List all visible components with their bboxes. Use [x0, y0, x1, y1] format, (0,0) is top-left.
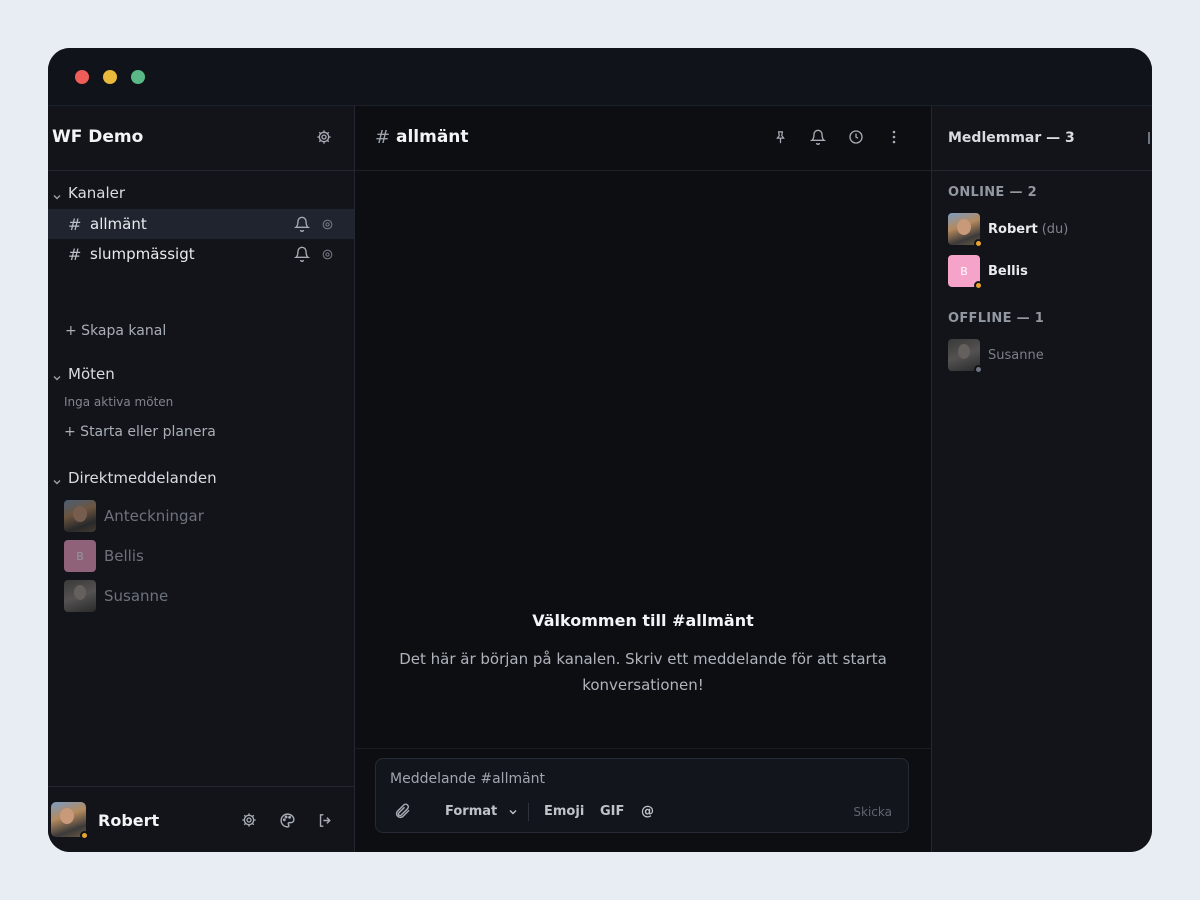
channel-settings-icon[interactable] [320, 217, 334, 231]
members-panel: Medlemmar — 3 ONLINE — 2 Robert (du) B B… [931, 106, 1152, 852]
welcome-text: Det här är början på kanalen. Skriv ett … [399, 650, 887, 694]
workspace-header: WF Demo [48, 106, 354, 171]
bell-icon[interactable] [294, 216, 310, 232]
avatar [948, 213, 983, 248]
chevron-down-icon [52, 369, 62, 381]
avatar: B [64, 540, 96, 572]
history-icon[interactable] [847, 128, 865, 146]
dm-item-anteckningar[interactable]: Anteckningar [64, 500, 204, 532]
format-label: Format [445, 804, 498, 819]
send-button[interactable]: Skicka [853, 805, 892, 819]
logout-icon[interactable] [316, 811, 334, 829]
channels-section-label: Kanaler [68, 184, 126, 202]
channel-settings-icon[interactable] [320, 247, 334, 261]
bell-icon[interactable] [294, 246, 310, 262]
create-channel-link[interactable]: + Skapa kanal [65, 323, 166, 339]
title-bar [48, 48, 1152, 106]
member-name: Susanne [988, 347, 1044, 363]
sidebar: WF Demo Kanaler # allmänt # slumpmässigt… [48, 106, 355, 852]
offline-group-label: OFFLINE — 1 [948, 311, 1045, 326]
avatar [64, 580, 96, 612]
mention-button[interactable]: @ [641, 804, 654, 819]
member-item-susanne[interactable]: Susanne [948, 339, 1044, 374]
chevron-down-icon [52, 188, 62, 200]
meetings-section-header[interactable]: Möten [52, 365, 115, 383]
bell-icon[interactable] [809, 128, 827, 146]
workspace-name[interactable]: WF Demo [52, 127, 143, 147]
channel-title: allmänt [396, 127, 469, 147]
member-name: Bellis [988, 263, 1028, 279]
members-header: Medlemmar — 3 [932, 106, 1152, 171]
welcome-title: Välkommen till #allmänt [532, 611, 754, 630]
member-item-robert[interactable]: Robert (du) [948, 213, 1069, 248]
dm-item-susanne[interactable]: Susanne [64, 580, 168, 612]
app-window: WF Demo Kanaler # allmänt # slumpmässigt… [48, 48, 1152, 852]
start-meeting-link[interactable]: + Starta eller planera [64, 424, 216, 440]
member-suffix: (du) [1041, 221, 1069, 237]
avatar: B [948, 255, 983, 290]
status-indicator [974, 365, 983, 374]
composer-area: Meddelande #allmänt Format Emoji GIF @ S… [355, 748, 931, 852]
channel-item-slumpmassigt[interactable]: # slumpmässigt [48, 239, 354, 269]
hash-icon: # [68, 214, 82, 234]
message-input[interactable]: Meddelande #allmänt [390, 771, 545, 787]
palette-icon[interactable] [278, 811, 296, 829]
channel-item-allmant[interactable]: # allmänt [48, 209, 354, 239]
panel-toggle-icon[interactable] [1148, 132, 1152, 144]
no-meetings-text: Inga aktiva möten [64, 395, 174, 409]
dm-name: Susanne [104, 587, 169, 605]
member-name: Robert [988, 221, 1038, 237]
minimize-window-button[interactable] [103, 70, 117, 84]
avatar [948, 339, 983, 374]
gif-button[interactable]: GIF [600, 804, 624, 819]
online-group-label: ONLINE — 2 [948, 185, 1037, 200]
status-indicator [974, 239, 983, 248]
avatar[interactable] [51, 802, 89, 840]
dm-section-header[interactable]: Direktmeddelanden [52, 469, 217, 487]
format-button[interactable]: Format [445, 804, 518, 819]
maximize-window-button[interactable] [131, 70, 145, 84]
members-title: Medlemmar — 3 [948, 130, 1075, 146]
user-bar: Robert [48, 786, 354, 852]
more-icon[interactable] [885, 128, 903, 146]
channel-name: slumpmässigt [90, 245, 195, 263]
hash-icon: # [375, 127, 391, 148]
hash-icon: # [68, 244, 82, 264]
dm-name: Bellis [104, 547, 144, 565]
toolbar-divider [528, 803, 529, 821]
channel-header: # allmänt [355, 106, 931, 171]
channel-name: allmänt [90, 215, 147, 233]
avatar [64, 500, 96, 532]
message-composer[interactable]: Meddelande #allmänt Format Emoji GIF @ S… [375, 758, 909, 833]
current-user-name: Robert [98, 811, 160, 830]
close-window-button[interactable] [75, 70, 89, 84]
status-indicator [80, 831, 89, 840]
channels-section-header[interactable]: Kanaler [52, 184, 125, 202]
gear-icon[interactable] [240, 811, 258, 829]
emoji-button[interactable]: Emoji [544, 804, 584, 819]
main-panel: # allmänt Välkommen till #allmänt Det hä… [355, 106, 931, 852]
chevron-down-icon [509, 809, 517, 814]
chevron-down-icon [52, 473, 62, 485]
dm-name: Anteckningar [104, 507, 204, 525]
pin-icon[interactable] [771, 128, 789, 146]
paperclip-icon[interactable] [393, 801, 413, 821]
workspace-settings-icon[interactable] [314, 127, 334, 147]
dm-item-bellis[interactable]: B Bellis [64, 540, 144, 572]
meetings-section-label: Möten [68, 365, 115, 383]
member-item-bellis[interactable]: B Bellis [948, 255, 1028, 290]
dm-section-label: Direktmeddelanden [68, 469, 217, 487]
status-indicator [974, 281, 983, 290]
